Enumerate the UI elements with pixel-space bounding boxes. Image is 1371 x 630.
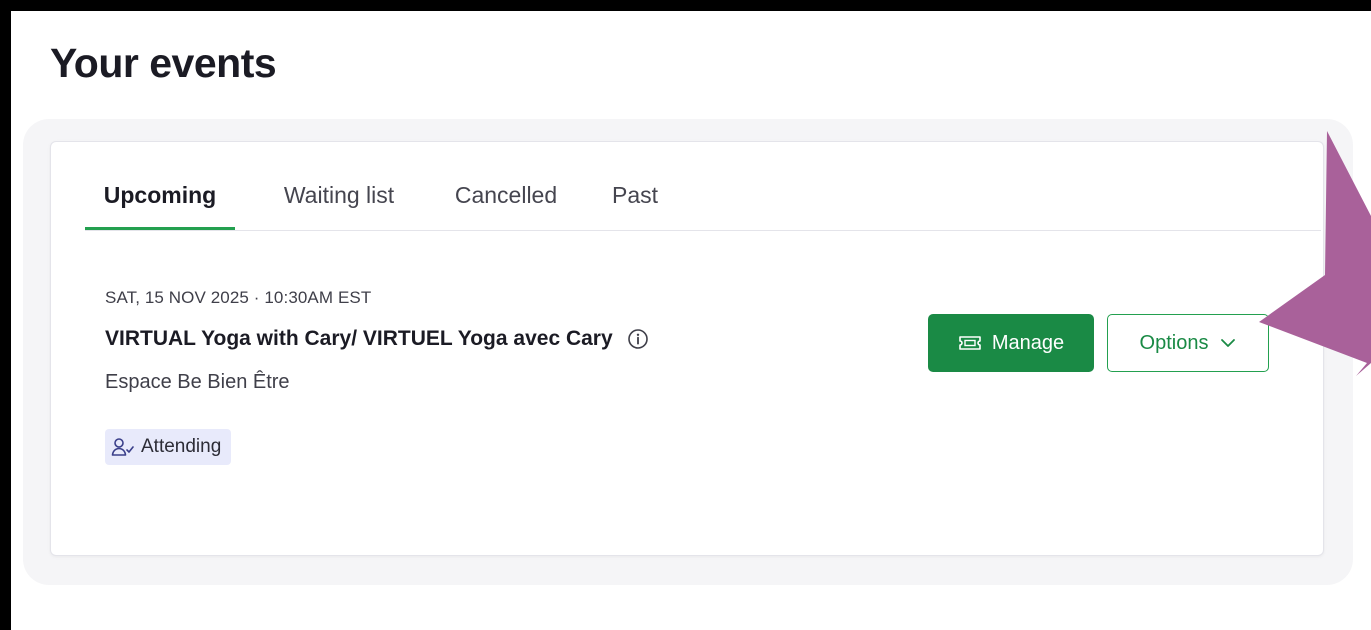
event-title-row: VIRTUAL Yoga with Cary/ VIRTUEL Yoga ave… [105, 327, 649, 351]
tab-waiting-list[interactable]: Waiting list [269, 172, 409, 230]
events-card: Upcoming Waiting list Cancelled Past SAT… [50, 141, 1324, 556]
ticket-icon [958, 334, 982, 352]
tab-past[interactable]: Past [603, 172, 667, 230]
info-circle-icon[interactable] [627, 328, 649, 350]
event-tabs: Upcoming Waiting list Cancelled Past [85, 172, 1321, 231]
tab-cancelled[interactable]: Cancelled [441, 172, 571, 230]
options-button-label: Options [1139, 331, 1209, 354]
page-title: Your events [50, 40, 277, 86]
event-location: Espace Be Bien Être [105, 371, 290, 393]
manage-button[interactable]: Manage [928, 314, 1094, 372]
event-title[interactable]: VIRTUAL Yoga with Cary/ VIRTUEL Yoga ave… [105, 327, 613, 351]
chevron-down-icon [1220, 338, 1236, 348]
status-badge-label: Attending [141, 436, 222, 457]
manage-button-label: Manage [991, 331, 1065, 354]
user-check-icon [111, 436, 135, 458]
event-date: SAT, 15 NOV 2025 · 10:30AM EST [105, 288, 372, 307]
tab-upcoming[interactable]: Upcoming [85, 172, 235, 230]
page-frame: Your events Upcoming Waiting list Cancel… [11, 11, 1371, 630]
options-button[interactable]: Options [1107, 314, 1269, 372]
status-badge: Attending [105, 429, 232, 465]
